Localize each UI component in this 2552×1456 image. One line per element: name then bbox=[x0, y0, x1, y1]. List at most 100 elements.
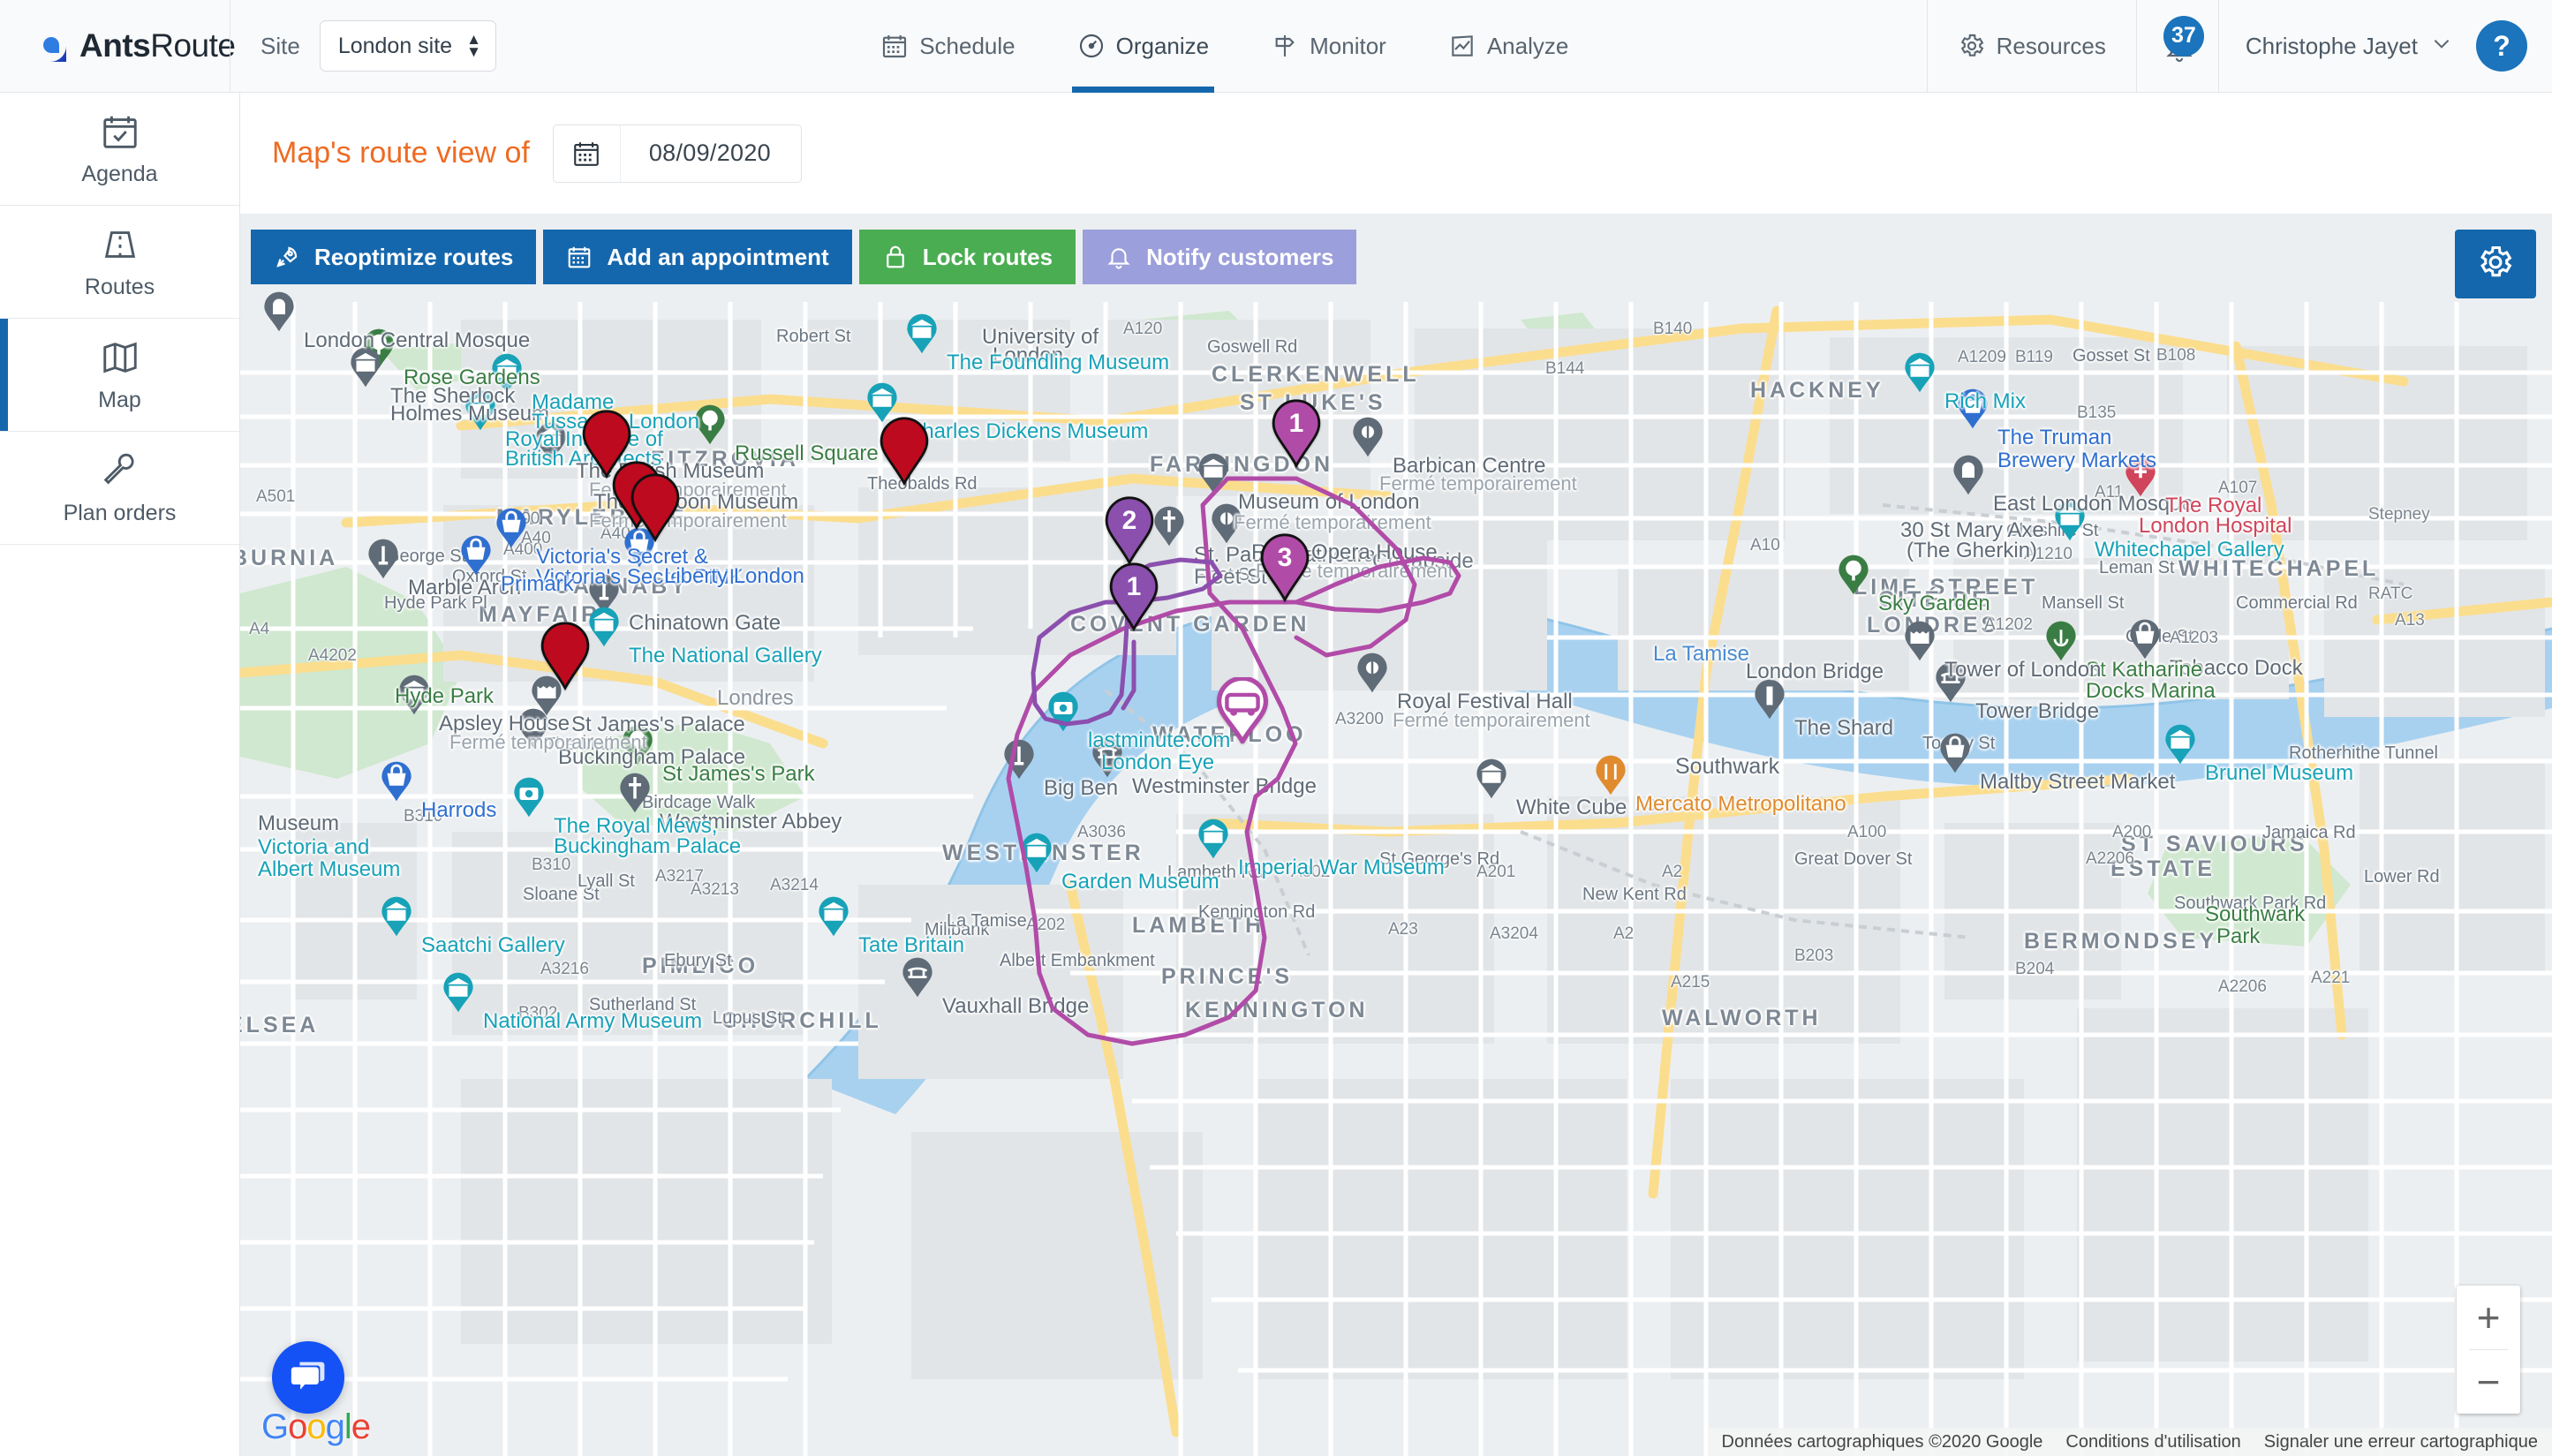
poi-marker-icon bbox=[440, 970, 477, 1018]
lock-routes-label: Lock routes bbox=[922, 243, 1053, 270]
brand-name: AntsRoute bbox=[79, 27, 236, 64]
google-letter: G bbox=[261, 1407, 289, 1446]
sidebar-empty-area bbox=[0, 545, 239, 1456]
unassigned-order-pin[interactable] bbox=[877, 417, 932, 486]
rocket-icon bbox=[274, 244, 300, 270]
reoptimize-routes-label: Reoptimize routes bbox=[314, 243, 514, 270]
zoom-in-button[interactable]: + bbox=[2457, 1286, 2520, 1349]
poi-marker-icon bbox=[2051, 499, 2088, 547]
reoptimize-routes-button[interactable]: Reoptimize routes bbox=[251, 230, 537, 284]
brand-logo[interactable]: AntsRoute bbox=[0, 0, 236, 93]
nav-item-organize[interactable]: Organize bbox=[1071, 0, 1215, 93]
poi-marker-icon bbox=[1349, 415, 1386, 463]
calendar-check-icon bbox=[100, 111, 140, 152]
poi-marker-icon bbox=[462, 389, 499, 436]
poi-marker-icon bbox=[1045, 690, 1082, 737]
notify-customers-button[interactable]: Notify customers bbox=[1083, 230, 1357, 284]
resources-button[interactable]: Resources bbox=[1926, 0, 2136, 93]
antsroute-logo-icon bbox=[32, 27, 69, 64]
poi-marker-icon bbox=[903, 312, 940, 359]
unassigned-order-pin[interactable] bbox=[538, 622, 593, 690]
nav-item-analyze[interactable]: Analyze bbox=[1443, 0, 1574, 93]
poi-marker-icon bbox=[1901, 619, 1938, 667]
gear-icon bbox=[2476, 243, 2515, 286]
header-right: Resources 37 Christophe Jayet ? bbox=[1926, 0, 2552, 93]
nav-label-monitor: Monitor bbox=[1310, 32, 1386, 59]
poi-marker-icon bbox=[1835, 553, 1872, 600]
poi-marker-icon bbox=[1901, 351, 1938, 398]
poi-marker-icon bbox=[1937, 731, 1974, 779]
notifications-button[interactable]: 37 bbox=[2135, 0, 2218, 93]
map-icon bbox=[100, 337, 140, 378]
poi-marker-icon bbox=[2126, 617, 2163, 665]
calendar-icon bbox=[554, 124, 621, 182]
poi-marker-icon bbox=[1000, 737, 1038, 785]
app-header: AntsRoute Site London site ▲▼ Schedule bbox=[0, 0, 2552, 93]
site-selector-group: Site London site ▲ ▼ bbox=[230, 0, 523, 93]
poi-marker-icon bbox=[1354, 651, 1391, 698]
vehicle-marker[interactable] bbox=[1213, 677, 1272, 743]
date-picker[interactable]: 08/09/2020 bbox=[552, 124, 802, 183]
map-data-credit: Données cartographiques ©2020 Google bbox=[1721, 1431, 2043, 1452]
chat-bubble-icon bbox=[288, 1355, 328, 1400]
chevron-down-icon bbox=[2430, 32, 2453, 61]
map-container[interactable]: Reoptimize routes Add an appointment Loc… bbox=[240, 214, 2552, 1456]
help-button[interactable]: ? bbox=[2476, 20, 2527, 72]
nav-label-organize: Organize bbox=[1115, 32, 1210, 59]
nav-item-schedule[interactable]: Schedule bbox=[875, 0, 1020, 93]
poi-marker-icon bbox=[1751, 677, 1788, 725]
map-toolbar: Map's route view of 08/09/2020 bbox=[240, 93, 2552, 214]
date-value: 08/09/2020 bbox=[648, 140, 771, 166]
poi-marker-icon bbox=[1208, 502, 1245, 549]
route-stop-pin[interactable]: 3 bbox=[1257, 533, 1312, 602]
sidebar-label-routes: Routes bbox=[84, 274, 155, 299]
report-map-error-link[interactable]: Signaler une erreur cartographique bbox=[2264, 1432, 2538, 1452]
gauge-icon bbox=[1077, 32, 1106, 60]
site-select[interactable]: London site ▲ ▼ bbox=[319, 20, 496, 72]
lock-routes-button[interactable]: Lock routes bbox=[858, 230, 1076, 284]
nav-item-monitor[interactable]: Monitor bbox=[1265, 0, 1392, 93]
calendar-icon bbox=[566, 244, 593, 270]
poi-marker-icon bbox=[378, 894, 415, 942]
sidebar-item-plan-orders[interactable]: Plan orders bbox=[0, 432, 239, 545]
route-stop-pin[interactable]: 2 bbox=[1102, 496, 1157, 565]
road-icon bbox=[100, 224, 140, 265]
signpost-icon bbox=[1271, 32, 1299, 60]
poi-marker-icon bbox=[2122, 455, 2159, 502]
sidebar-item-agenda[interactable]: Agenda bbox=[0, 93, 239, 206]
user-menu[interactable]: Christophe Jayet bbox=[2217, 0, 2476, 93]
poi-marker-icon bbox=[457, 533, 495, 581]
main-nav: Schedule Organize Monitor Analyze bbox=[523, 0, 1927, 93]
user-name: Christophe Jayet bbox=[2245, 32, 2418, 59]
poi-marker-icon bbox=[378, 759, 415, 807]
zoom-out-button[interactable]: − bbox=[2457, 1350, 2520, 1414]
google-letter: l bbox=[344, 1407, 352, 1446]
chat-widget-button[interactable] bbox=[272, 1341, 344, 1414]
poi-marker-icon bbox=[1473, 757, 1510, 804]
poi-marker-icon bbox=[1195, 817, 1232, 864]
unassigned-order-pin[interactable] bbox=[628, 473, 683, 542]
page-title: Map's route view of bbox=[272, 136, 530, 170]
terms-of-use-link[interactable]: Conditions d'utilisation bbox=[2065, 1432, 2240, 1452]
google-logo: Google bbox=[261, 1407, 371, 1447]
nav-label-schedule: Schedule bbox=[919, 32, 1016, 59]
route-stop-pin[interactable]: 1 bbox=[1269, 399, 1324, 468]
route-stop-pin[interactable]: 1 bbox=[1106, 562, 1161, 631]
sidebar-label-agenda: Agenda bbox=[81, 161, 158, 186]
poi-marker-icon bbox=[2042, 619, 2080, 667]
poi-marker-icon bbox=[1195, 451, 1232, 499]
poi-marker-icon bbox=[365, 537, 402, 585]
add-appointment-button[interactable]: Add an appointment bbox=[543, 230, 852, 284]
poi-marker-icon bbox=[2162, 722, 2199, 770]
poi-marker-icon bbox=[347, 345, 384, 393]
poi-marker-icon bbox=[616, 771, 653, 819]
sidebar-item-map[interactable]: Map bbox=[0, 319, 239, 432]
poi-marker-icon bbox=[493, 506, 530, 554]
sidebar-item-routes[interactable]: Routes bbox=[0, 206, 239, 319]
poi-marker-icon bbox=[1018, 831, 1055, 879]
chart-icon bbox=[1448, 32, 1476, 60]
nav-label-analyze: Analyze bbox=[1486, 32, 1569, 59]
calendar-icon bbox=[880, 32, 909, 60]
map-settings-button[interactable] bbox=[2455, 230, 2536, 298]
site-select-value: London site bbox=[337, 33, 453, 58]
